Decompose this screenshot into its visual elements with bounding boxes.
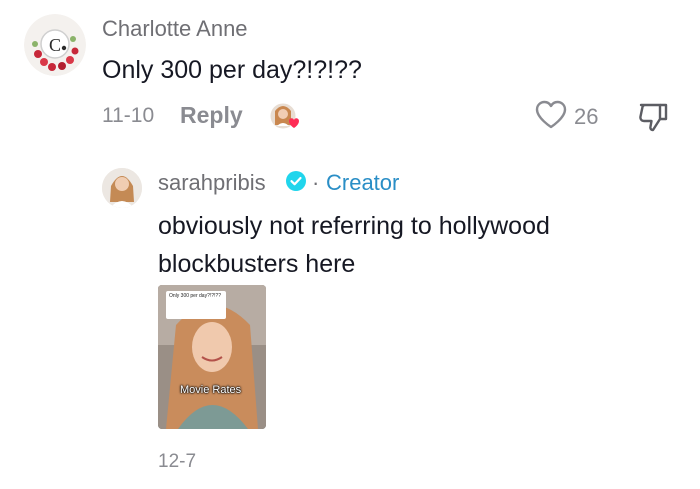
reply-author[interactable]: sarahpribis [158,170,266,196]
like-heart-icon[interactable] [534,100,568,130]
reply-button[interactable]: Reply [180,102,243,129]
dislike-icon[interactable] [636,101,670,133]
like-count: 26 [574,104,599,129]
video-reply-thumbnail[interactable]: Only 300 per day?!?!?? Movie Rates [158,285,266,429]
video-caption: Movie Rates [180,384,242,396]
verified-badge-icon [286,171,306,191]
comment-author[interactable]: Charlotte Anne [102,16,248,42]
separator-dot: · [312,170,320,195]
reply-date: 12-7 [158,451,197,472]
avatar-image-icon [102,168,142,208]
svg-text:C: C [49,35,61,55]
creator-avatar[interactable] [102,168,142,208]
quoted-comment-card: Only 300 per day?!?!?? [166,291,226,319]
avatar-image-icon: C [24,14,86,76]
comment-date: 11-10 [102,104,155,127]
creator-liked-badge [268,101,302,135]
creator-label: Creator [326,170,400,195]
creator-liked-icon [269,102,299,130]
comment-text: Only 300 per day?!?!?? [102,56,362,84]
reply-text: obviously not referring to hollywood blo… [158,212,550,278]
commenter-avatar[interactable]: C [24,14,86,76]
